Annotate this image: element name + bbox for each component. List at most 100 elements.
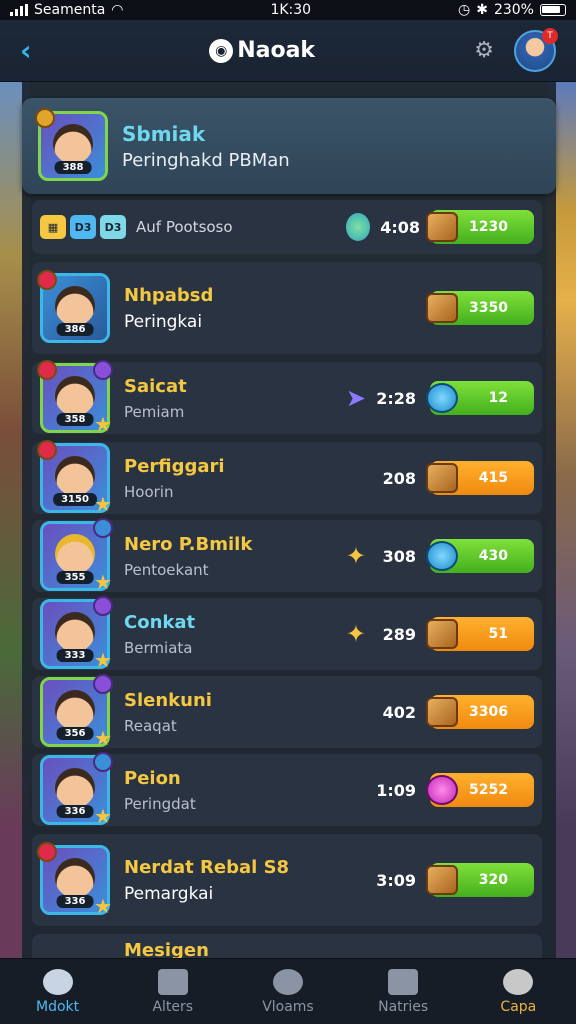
leaderboard-row[interactable]: Mesigen [32, 934, 542, 958]
battery-icon [539, 4, 566, 16]
rank-badge-icon [37, 360, 57, 380]
player-name: Nerdat Rebal S8 [124, 856, 290, 878]
rank-badge-icon [37, 842, 57, 862]
row-score: 2:28 [376, 388, 416, 408]
face-icon [42, 968, 73, 995]
player-subtitle: Bermiata [124, 638, 193, 657]
leaderboard-row[interactable]: 336 ★ Peion Peringdat 1:09 5252 [32, 752, 542, 826]
player-avatar: 386 [37, 270, 110, 343]
reward-button[interactable]: 3306 [426, 695, 534, 729]
player-level: 386 [56, 323, 94, 336]
reward-button[interactable]: 430 [426, 539, 534, 573]
row-text: Slenkuni Reaqat [124, 690, 362, 735]
player-level: 336 [56, 895, 94, 908]
leaderboard-row[interactable]: 355 ★ Nero P.Bmilk Pentoekant ✦ 308 430 [32, 518, 542, 594]
gem-badge-icon [93, 674, 113, 694]
row-text: Nero P.Bmilk Pentoekant [124, 534, 332, 579]
row-score: 1:09 [376, 780, 416, 800]
reward-value: 320 [478, 872, 508, 888]
leaderboard-row[interactable]: 356 ★ Slenkuni Reaqat 402 3306 [32, 674, 542, 750]
status-right: ◷ ✱ 230% [458, 2, 566, 18]
star-icon: ★ [94, 570, 112, 594]
player-face-icon [55, 376, 95, 416]
player-face-icon [55, 534, 95, 574]
reward-button[interactable]: 12 [426, 381, 534, 415]
featured-avatar: 388 [35, 108, 108, 181]
profile-avatar[interactable]: T [514, 27, 558, 72]
player-name: Nero P.Bmilk [124, 533, 253, 555]
player-subtitle: Reaqat [124, 716, 177, 735]
nav-item-capa[interactable]: Capa [468, 968, 568, 1015]
leaderboard-row[interactable]: 386 Nhpabsd Peringkai 3350 [32, 262, 542, 354]
player-face-icon [55, 690, 95, 730]
player-face-icon [55, 612, 95, 652]
reward-button[interactable]: 1230 [426, 210, 534, 244]
clock-icon [272, 968, 303, 995]
player-subtitle: Pemiam [124, 402, 185, 421]
nav-label: Mdokt [36, 998, 80, 1015]
row-text: Conkat Bermiata [124, 612, 332, 657]
rank-badge-icon [35, 108, 55, 128]
row-score: 4:08 [380, 217, 420, 237]
brand: ◉ Naoak [209, 38, 315, 63]
nav-item-natries[interactable]: Natries [353, 968, 453, 1015]
star-icon: ★ [94, 726, 112, 750]
row-text: Saicat Pemiam [124, 376, 332, 421]
reward-button[interactable]: 5252 [426, 773, 534, 807]
reward-button[interactable]: 51 [426, 617, 534, 651]
player-face-icon [55, 286, 95, 326]
gear-icon[interactable]: ⚙ [474, 38, 494, 63]
reward-button[interactable]: 3350 [426, 291, 534, 325]
player-avatar: 3150 ★ [37, 440, 112, 514]
player-name: Nhpabsd [124, 284, 214, 306]
player-avatar: 355 ★ [40, 518, 113, 594]
star-icon: ★ [94, 412, 112, 436]
nav-label: Alters [152, 998, 194, 1015]
status-left: Seamenta ◠ [10, 2, 124, 18]
player-avatar: 358 ★ [37, 360, 113, 436]
leaderboard-row[interactable]: 336 ★ Nerdat Rebal S8 Pemargkai 3:09 320 [32, 834, 542, 926]
alarm-icon: ◷ [458, 2, 471, 18]
reward-button[interactable]: 415 [426, 461, 534, 495]
gem-badge-icon [93, 752, 113, 772]
player-avatar: 356 ★ [40, 674, 113, 750]
signal-icon [10, 4, 28, 16]
player-level: 355 [56, 571, 94, 584]
filter-chip[interactable]: D3 [100, 215, 126, 239]
back-button[interactable]: ‹ [20, 34, 50, 67]
player-avatar: 336 ★ [40, 752, 113, 826]
featured-player-card[interactable]: 388 Sbmiak Peringhakd PBMan [22, 98, 556, 194]
player-name: Peion [124, 767, 181, 789]
leaderboard: 388 Sbmiak Peringhakd PBMan ▦ D3 D3 Auf … [22, 82, 556, 958]
featured-name: Sbmiak [122, 121, 206, 146]
player-level: 358 [56, 413, 94, 426]
gem-badge-icon [93, 596, 113, 616]
nav-item-vloams[interactable]: Vloams [238, 968, 338, 1015]
nav-item-alters[interactable]: Alters [123, 968, 223, 1015]
reward-value: 12 [488, 390, 508, 406]
creature-icon [426, 775, 458, 805]
notification-badge: T [542, 27, 558, 44]
leaderboard-row[interactable]: 358 ★ Saicat Pemiam ➤ 2:28 12 [32, 360, 542, 436]
row-score: 402 [382, 702, 416, 722]
gem-badge-icon [93, 518, 113, 538]
reward-value: 3350 [469, 300, 508, 316]
reward-button[interactable]: 320 [426, 863, 534, 897]
chip-icon[interactable]: ▦ [40, 215, 66, 239]
brand-logo-icon: ◉ [209, 38, 234, 63]
reward-value: 430 [478, 548, 508, 564]
player-level: 336 [56, 805, 94, 818]
row-text: Nhpabsd Peringkai [124, 285, 416, 332]
leaderboard-row[interactable]: 333 ★ Conkat Bermiata ✦ 289 51 [32, 596, 542, 670]
player-avatar: 333 ★ [40, 596, 113, 670]
nav-item-mdokt[interactable]: Mdokt [8, 968, 108, 1015]
chest-icon [426, 212, 458, 242]
chest-icon [426, 865, 458, 895]
clock-icon [426, 541, 458, 571]
gem-badge-icon [93, 360, 113, 380]
filter-chip[interactable]: D3 [70, 215, 96, 239]
app-header: ‹ ◉ Naoak ⚙ T [0, 20, 576, 82]
row-text: Nerdat Rebal S8 Pemargkai [124, 857, 362, 904]
row-text: Mesigen [124, 940, 534, 958]
leaderboard-row[interactable]: 3150 ★ Perfiggari Hoorin 208 415 [32, 440, 542, 514]
